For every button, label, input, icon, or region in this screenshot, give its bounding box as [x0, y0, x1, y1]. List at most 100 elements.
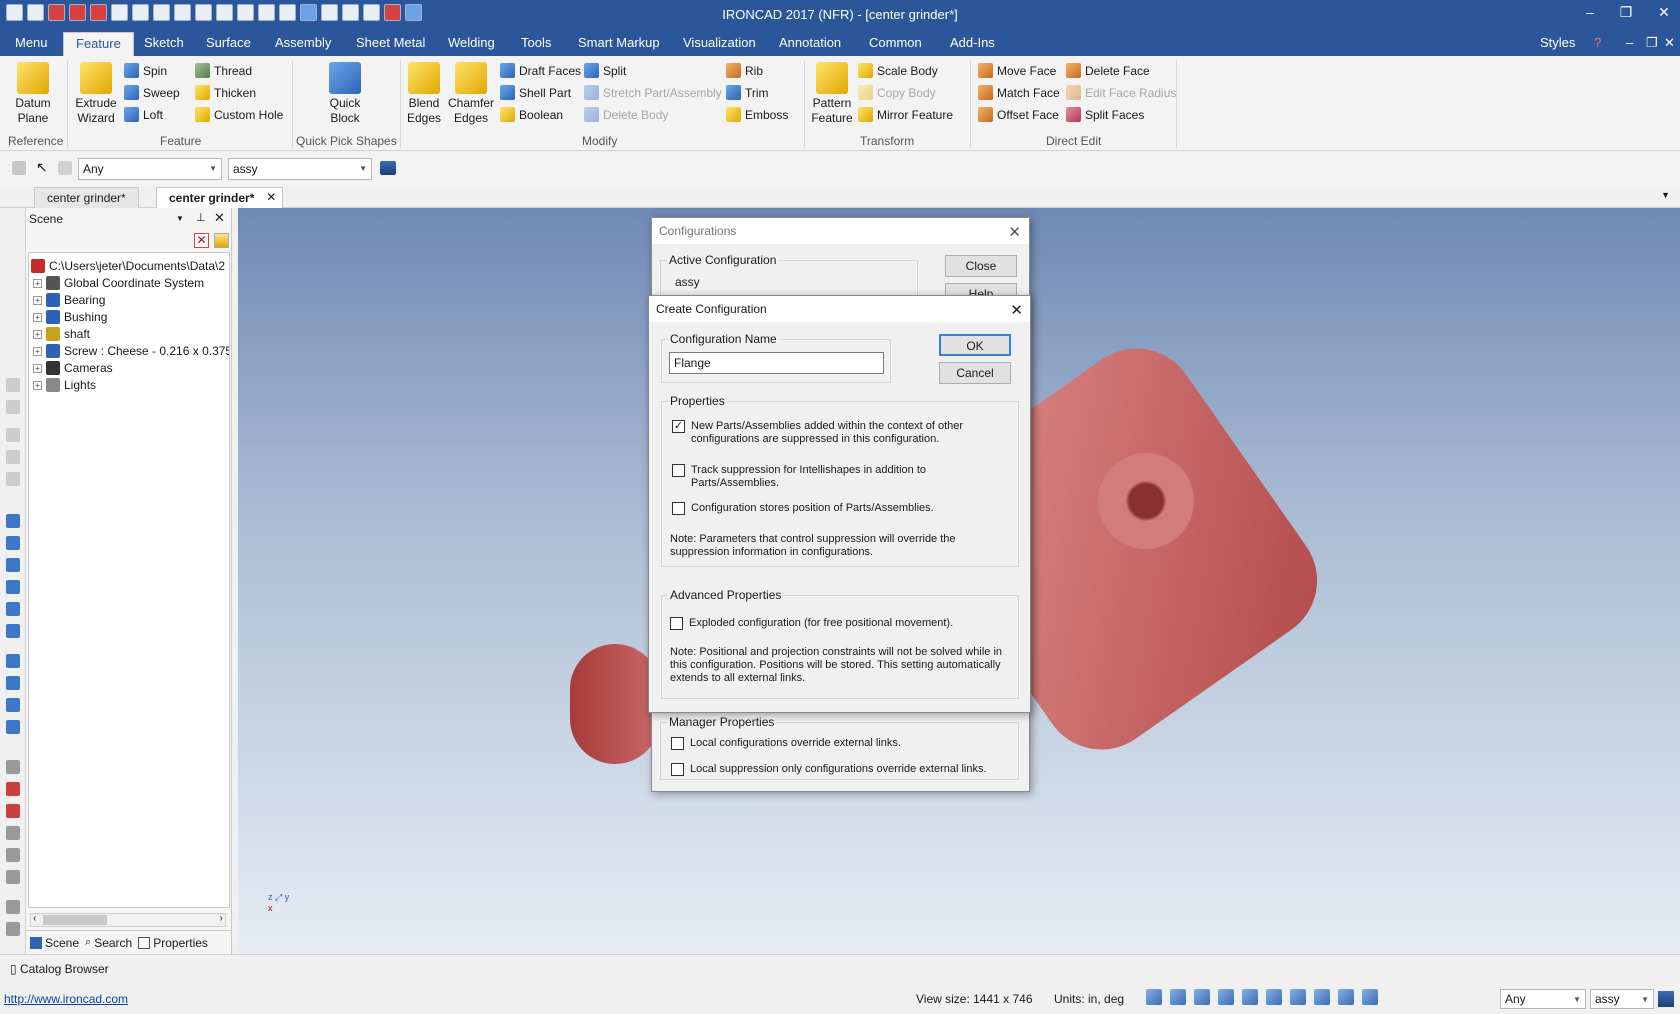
tool-icon[interactable]: [6, 450, 20, 464]
styles-menu[interactable]: Styles: [1540, 35, 1575, 50]
extrude-wizard-button[interactable]: Extrude Wizard: [72, 62, 120, 126]
tab-welding[interactable]: Welding: [448, 35, 495, 50]
selection-filter-icon[interactable]: [12, 161, 26, 175]
tab-smart-markup[interactable]: Smart Markup: [578, 35, 660, 50]
status-config-combo[interactable]: assy ▼: [1590, 989, 1654, 1009]
camera-icon[interactable]: [1242, 989, 1258, 1005]
doc-tab-1[interactable]: center grinder*: [34, 187, 139, 208]
tree-item-bushing[interactable]: + Bushing: [33, 310, 107, 324]
tool-icon[interactable]: [6, 428, 20, 442]
delete-face-button[interactable]: Delete Face: [1066, 63, 1150, 78]
filter-combo[interactable]: Any ▼: [78, 158, 222, 180]
shape-icon[interactable]: [6, 536, 20, 550]
tab-feature[interactable]: Feature: [63, 32, 134, 56]
restore-icon[interactable]: ❐: [1614, 4, 1638, 21]
tab-sheet-metal[interactable]: Sheet Metal: [356, 35, 425, 50]
help-icon[interactable]: ?: [1594, 35, 1601, 50]
ribbon-restore-icon[interactable]: ❐: [1646, 35, 1658, 51]
rotate-icon[interactable]: [6, 848, 20, 862]
tab-scene[interactable]: Scene: [30, 935, 79, 950]
view-orient-icon[interactable]: [1194, 989, 1210, 1005]
tree-scrollbar[interactable]: ‹ ›: [30, 913, 226, 927]
shade-icon[interactable]: [1338, 989, 1354, 1005]
local-suppression-checkbox[interactable]: Local suppression only configurations ov…: [671, 763, 987, 776]
display-icon[interactable]: [1314, 989, 1330, 1005]
tree-item-screw[interactable]: + Screw : Cheese - 0.216 x 0.375: [33, 344, 229, 358]
ribbon-close-icon[interactable]: ✕: [1664, 35, 1675, 51]
configuration-combo[interactable]: assy ▼: [228, 158, 372, 180]
loft-button[interactable]: Loft: [124, 107, 163, 122]
zoom-icon[interactable]: [1170, 989, 1186, 1005]
tool-icon[interactable]: [6, 378, 20, 392]
clear-search-icon[interactable]: ✕: [194, 233, 209, 248]
tab-assembly[interactable]: Assembly: [275, 35, 331, 50]
edit-face-radius-button[interactable]: Edit Face Radius: [1066, 85, 1176, 100]
tab-annotation[interactable]: Annotation: [779, 35, 841, 50]
close-icon[interactable]: ✕: [1652, 4, 1676, 21]
tab-common[interactable]: Common: [869, 35, 922, 50]
scale-body-button[interactable]: Scale Body: [858, 63, 938, 78]
tab-surface[interactable]: Surface: [206, 35, 251, 50]
thread-button[interactable]: Thread: [195, 63, 252, 78]
configuration-manager-icon[interactable]: [380, 161, 396, 175]
blend-edges-button[interactable]: Blend Edges: [406, 62, 442, 126]
tab-properties[interactable]: Properties: [138, 935, 208, 950]
shape-icon[interactable]: [6, 602, 20, 616]
configurations-close-icon[interactable]: ✕: [1008, 223, 1021, 241]
shape-icon[interactable]: [6, 514, 20, 528]
rib-button[interactable]: Rib: [726, 63, 763, 78]
find-icon[interactable]: [214, 233, 229, 248]
select-mode-icon[interactable]: [58, 161, 72, 175]
store-position-checkbox[interactable]: Configuration stores position of Parts/A…: [672, 502, 1012, 515]
ribbon-minimize-icon[interactable]: –: [1626, 35, 1633, 50]
close-tab-icon[interactable]: ✕: [266, 190, 276, 204]
pointer-icon[interactable]: ↖: [36, 159, 48, 176]
datum-plane-button[interactable]: Datum Plane: [10, 62, 56, 126]
track-intellishapes-checkbox[interactable]: Track suppression for Intellishapes in a…: [672, 464, 1012, 490]
tab-add-ins[interactable]: Add-Ins: [950, 35, 995, 50]
zoom-fit-icon[interactable]: [1146, 989, 1162, 1005]
shape-icon[interactable]: [6, 624, 20, 638]
emboss-button[interactable]: Emboss: [726, 107, 788, 122]
custom-hole-button[interactable]: Custom Hole: [195, 107, 283, 122]
thicken-button[interactable]: Thicken: [195, 85, 256, 100]
pin-icon[interactable]: ⊥: [196, 211, 206, 224]
quick-block-button[interactable]: Quick Block: [322, 62, 368, 126]
doc-tab-2[interactable]: center grinder* ✕: [156, 187, 284, 208]
match-face-button[interactable]: Match Face: [978, 85, 1060, 100]
local-override-checkbox[interactable]: Local configurations override external l…: [671, 737, 901, 750]
catalog-browser-toggle[interactable]: ▯ Catalog Browser: [10, 962, 109, 976]
stretch-button[interactable]: Stretch Part/Assembly: [584, 85, 722, 100]
website-link[interactable]: http://www.ironcad.com: [4, 992, 128, 1006]
tab-sketch[interactable]: Sketch: [144, 35, 184, 50]
render-mode-icon[interactable]: [1218, 989, 1234, 1005]
exploded-configuration-checkbox[interactable]: Exploded configuration (for free positio…: [670, 617, 1010, 630]
triball-icon[interactable]: [6, 826, 20, 840]
close-button[interactable]: Close: [945, 255, 1017, 277]
light-icon[interactable]: [1266, 989, 1282, 1005]
copy-body-button[interactable]: Copy Body: [858, 85, 936, 100]
shape-icon[interactable]: [6, 676, 20, 690]
shape-icon[interactable]: [6, 558, 20, 572]
suppress-new-parts-checkbox[interactable]: ✓ New Parts/Assemblies added within the c…: [672, 420, 1002, 446]
offset-face-button[interactable]: Offset Face: [978, 107, 1059, 122]
tree-item-lights[interactable]: + Lights: [33, 378, 96, 392]
view-icon[interactable]: [6, 804, 20, 818]
configuration-name-input[interactable]: Flange: [669, 352, 884, 374]
rotate-icon[interactable]: [6, 870, 20, 884]
shape-icon[interactable]: [6, 720, 20, 734]
part-boss[interactable]: [1098, 453, 1194, 549]
boolean-button[interactable]: Boolean: [500, 107, 563, 122]
tab-search[interactable]: ⌕ Search: [85, 935, 132, 950]
spin-button[interactable]: Spin: [124, 63, 167, 78]
tab-list-icon[interactable]: ▼: [1661, 190, 1670, 200]
measure-icon[interactable]: [6, 760, 20, 774]
dimension-icon[interactable]: [6, 900, 20, 914]
tree-item-shaft[interactable]: + shaft: [33, 327, 90, 341]
draft-faces-button[interactable]: Draft Faces: [500, 63, 581, 78]
sweep-button[interactable]: Sweep: [124, 85, 180, 100]
status-filter-combo[interactable]: Any ▼: [1500, 989, 1586, 1009]
delete-body-button[interactable]: Delete Body: [584, 107, 668, 122]
shell-part-button[interactable]: Shell Part: [500, 85, 571, 100]
split-faces-button[interactable]: Split Faces: [1066, 107, 1144, 122]
